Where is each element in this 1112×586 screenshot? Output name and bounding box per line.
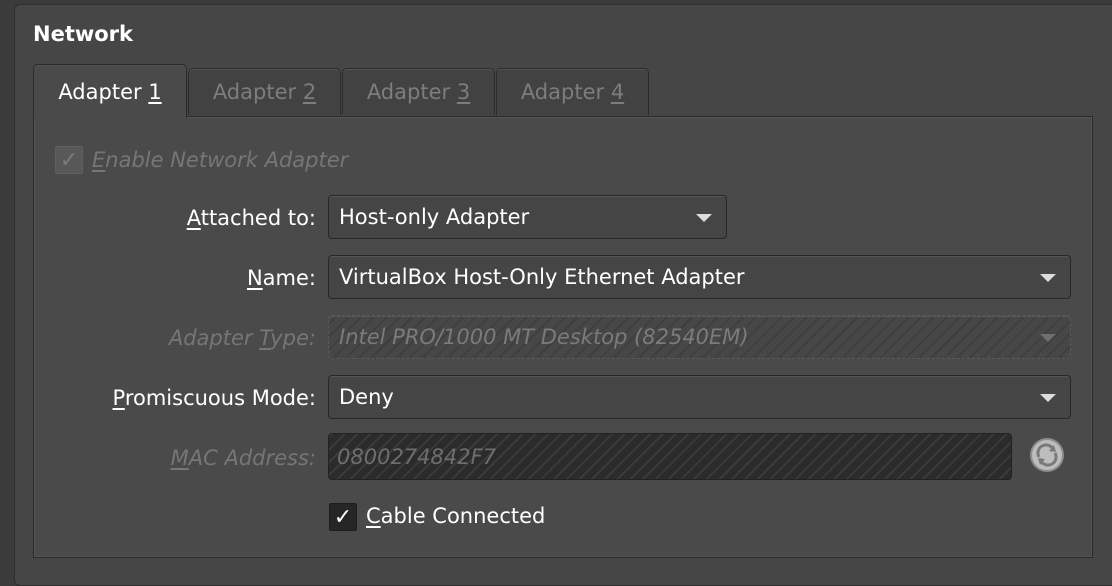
- tab-adapter-1[interactable]: Adapter 1: [33, 64, 187, 118]
- adapter-type-combo[interactable]: Intel PRO/1000 MT Desktop (82540EM): [328, 315, 1071, 359]
- label-text: Adapter: [168, 326, 260, 350]
- tab-label-key: 2: [302, 80, 317, 104]
- tab-label-key: 3: [456, 80, 471, 104]
- mac-address-field[interactable]: 0800274842F7: [328, 433, 1012, 480]
- tab-label: Adapter: [520, 80, 611, 104]
- name-combo[interactable]: VirtualBox Host-Only Ethernet Adapter: [328, 255, 1071, 299]
- tab-label: Adapter: [58, 79, 149, 104]
- promiscuous-mode-combo[interactable]: Deny: [328, 375, 1071, 419]
- tab-label: Adapter: [366, 80, 457, 104]
- enable-adapter-label: Enable Network Adapter: [92, 148, 348, 172]
- tab-adapter-2[interactable]: Adapter 2: [188, 68, 341, 115]
- generate-mac-button[interactable]: [1030, 438, 1064, 472]
- attached-to-combo[interactable]: Host-only Adapter: [328, 195, 727, 239]
- name-label: Name:: [247, 266, 316, 290]
- mac-address-label: MAC Address:: [171, 446, 316, 470]
- label-text: able Connected: [380, 504, 546, 528]
- attached-to-label: Attached to:: [187, 206, 316, 230]
- label-key: C: [366, 504, 381, 528]
- refresh-icon: [1036, 443, 1058, 467]
- label-text: ame:: [262, 266, 316, 290]
- label-key: M: [170, 446, 189, 470]
- tab-label: Adapter: [212, 80, 303, 104]
- label-text: ttached to:: [200, 206, 316, 230]
- label-key: E: [92, 148, 106, 172]
- tab-adapter-3[interactable]: Adapter 3: [342, 68, 495, 115]
- label-key: N: [246, 266, 263, 290]
- label-text: romiscuous Mode:: [124, 386, 316, 410]
- cable-connected-label: Cable Connected: [366, 504, 545, 528]
- label-key: P: [112, 386, 125, 410]
- enable-adapter-checkbox[interactable]: ✓: [55, 146, 83, 174]
- label-text: nable Network Adapter: [105, 148, 349, 172]
- tab-label-key: 1: [148, 79, 162, 104]
- combo-value: Deny: [339, 385, 394, 409]
- tab-label-key: 4: [610, 80, 625, 104]
- cable-connected-checkbox[interactable]: ✓: [329, 503, 357, 531]
- tab-adapter-4[interactable]: Adapter 4: [496, 68, 649, 115]
- chevron-down-icon: [696, 214, 712, 222]
- combo-value: Intel PRO/1000 MT Desktop (82540EM): [339, 325, 749, 349]
- label-key: T: [259, 326, 271, 350]
- chevron-down-icon: [1040, 274, 1056, 282]
- label-text: ype:: [270, 326, 316, 350]
- combo-value: Host-only Adapter: [339, 205, 530, 229]
- label-text: AC Address:: [188, 446, 316, 470]
- adapter-type-label: Adapter Type:: [169, 326, 316, 350]
- mac-value: 0800274842F7: [337, 444, 497, 469]
- chevron-down-icon: [1040, 394, 1056, 402]
- label-key: A: [186, 206, 201, 230]
- chevron-down-icon: [1040, 334, 1056, 342]
- section-title: Network: [33, 22, 134, 46]
- combo-value: VirtualBox Host-Only Ethernet Adapter: [339, 265, 745, 289]
- promiscuous-mode-label: Promiscuous Mode:: [113, 386, 316, 410]
